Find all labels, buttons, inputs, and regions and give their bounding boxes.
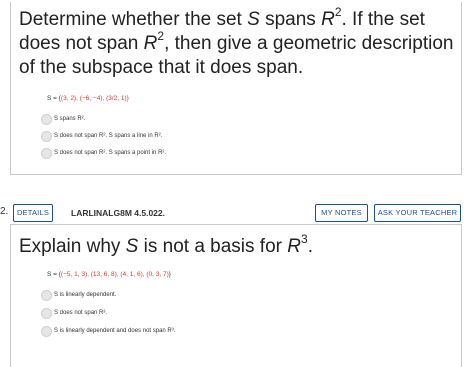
option-label: S is linearly dependent. (54, 292, 117, 298)
question-card-1: Determine whether the set S spans R2. If… (10, 2, 462, 175)
question-card-2: Explain why S is not a basis for R3. S =… (10, 224, 462, 367)
question-number: 2. (0, 206, 9, 217)
question-2-text: Explain why S is not a basis for R3. (19, 231, 313, 257)
radio-button[interactable] (41, 308, 52, 319)
radio-button[interactable] (41, 326, 52, 337)
radio-button[interactable] (41, 114, 52, 125)
question-1-set: S = {(3, 2), (−6, −4), (3/2, 1)} (47, 95, 129, 102)
question-code: LARLINALG8M 4.5.022. (71, 208, 165, 218)
radio-button[interactable] (41, 148, 52, 159)
ask-your-teacher-button[interactable]: ASK YOUR TEACHER (374, 204, 461, 222)
option-label: S is linearly dependent and does not spa… (54, 328, 176, 334)
option-label: S spans R². (54, 116, 86, 122)
radio-button[interactable] (41, 290, 52, 301)
option-label: S does not span R². S spans a point in R… (54, 150, 167, 156)
details-button[interactable]: DETAILS (13, 204, 53, 222)
option-label: S does not span R³. (54, 310, 108, 316)
question-2-set: S = {(−5, 1, 3), (13, 6, 8), (4, 1, 6), … (47, 271, 171, 278)
option-label: S does not span R². S spans a line in R²… (54, 133, 163, 139)
radio-button[interactable] (41, 131, 52, 142)
my-notes-button[interactable]: MY NOTES (315, 204, 368, 222)
question-1-text: Determine whether the set S spans R2. If… (19, 4, 454, 78)
